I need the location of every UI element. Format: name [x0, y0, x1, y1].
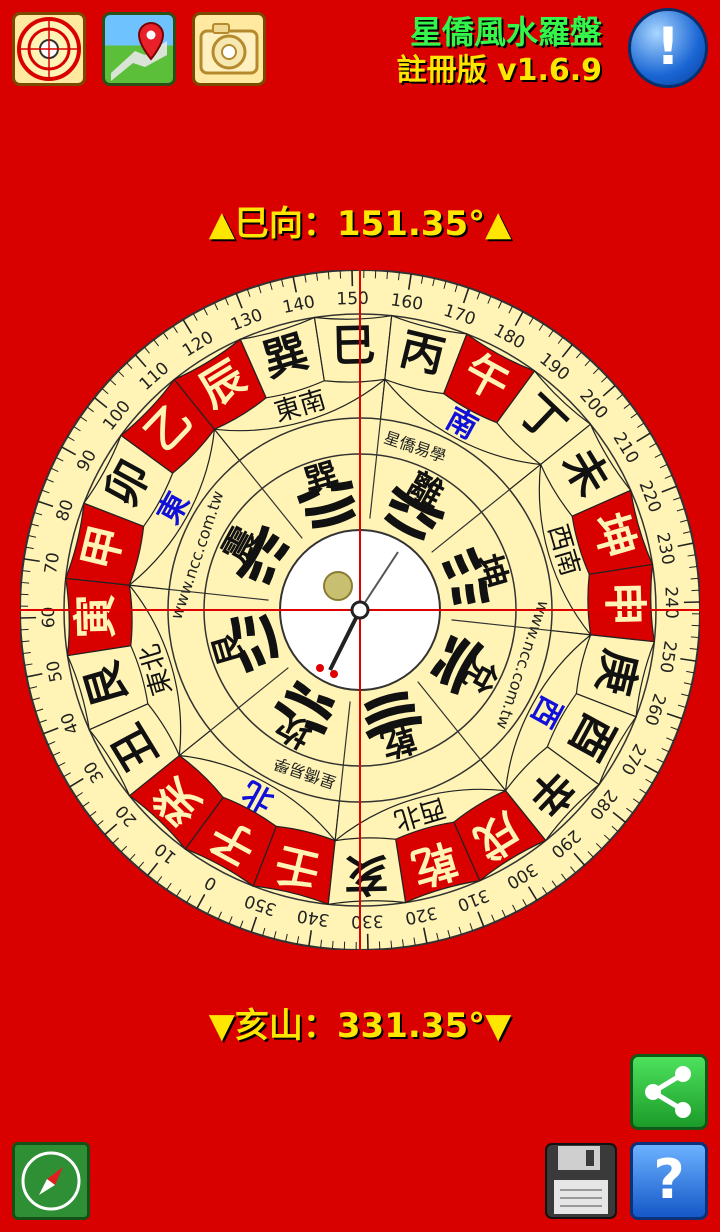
mountain-申: 申: [598, 581, 650, 626]
mountain-亥: 亥: [344, 848, 389, 900]
share-icon: [645, 1066, 691, 1118]
help-button[interactable]: ?: [630, 1142, 708, 1220]
mountain-巳: 巳: [331, 320, 376, 372]
share-button[interactable]: [630, 1054, 708, 1130]
compass-needle-icon: [21, 1151, 81, 1211]
degree-tick: [21, 581, 30, 584]
camera-luopan-button[interactable]: [192, 12, 266, 86]
mountain-寅: 寅: [70, 594, 122, 639]
question-mark-icon: ?: [653, 1148, 685, 1211]
degree-label: 70: [41, 551, 64, 575]
level-bubble: [323, 571, 353, 601]
app-title: 星僑風水羅盤: [409, 13, 602, 51]
luopan-dial: 0102030405060708090100110120130140 150 160…: [19, 269, 701, 951]
map-pin-icon: [111, 21, 167, 81]
luopan-icon: [17, 17, 81, 81]
degree-tick: [386, 271, 389, 280]
degree-tick: [331, 940, 334, 949]
app-version: 註冊版 v1.6.9: [396, 53, 602, 88]
map-mode-button[interactable]: [102, 12, 176, 86]
facing-readout: ▲巳向：151.35°▲: [208, 204, 512, 244]
compass-calibrate-button[interactable]: [12, 1142, 90, 1220]
sitting-readout: ▼亥山：331.35°▼: [208, 1006, 512, 1046]
luopan-mode-button[interactable]: [12, 12, 86, 86]
luopan-compass[interactable]: 0 10 20 30 40 50 60 70 80 90 100 110 120 130 140 150 160…: [19, 269, 701, 951]
needle-pivot: [350, 600, 370, 620]
needle-tip-dot: [316, 664, 324, 672]
degree-label: 150: [336, 289, 369, 310]
save-button[interactable]: [544, 1142, 618, 1220]
degree-label: 50: [43, 659, 67, 684]
camera-compass-icon: [199, 23, 259, 75]
degree-label: 240: [661, 586, 682, 619]
degree-tick: [690, 636, 699, 639]
degree-label: 330: [351, 911, 384, 932]
exclamation-icon: !: [656, 17, 680, 77]
info-button[interactable]: !: [628, 8, 708, 88]
floppy-disk-icon: [545, 1143, 617, 1219]
needle-tip-dot: [330, 670, 338, 678]
